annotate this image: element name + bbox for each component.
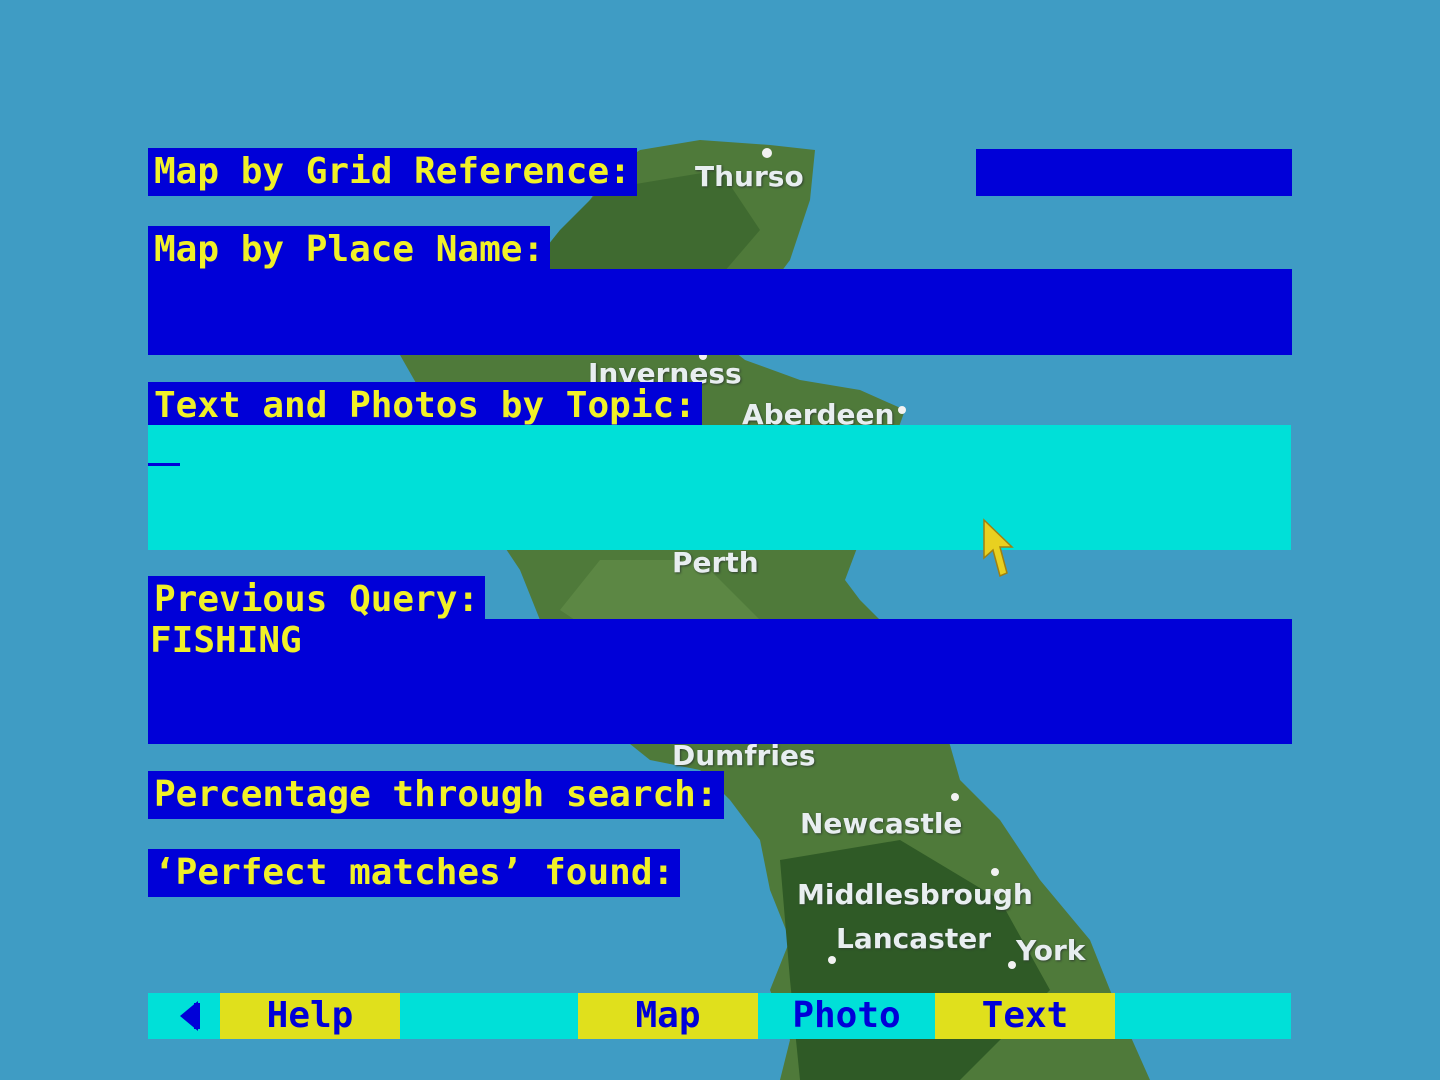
menu-bar: Help Map Photo Text (148, 993, 1291, 1039)
perfect-matches-label: ‘Perfect matches’ found: (148, 849, 681, 897)
grid-reference-value (976, 150, 978, 191)
photo-button[interactable]: Photo (758, 993, 935, 1039)
york-dot (1008, 961, 1016, 969)
middlesbrough-dot (991, 868, 999, 876)
place-label-perth: Perth (672, 546, 759, 579)
map-button[interactable]: Map (578, 993, 758, 1039)
place-name-label: Map by Place Name: (148, 226, 551, 274)
lancaster-dot (828, 956, 836, 964)
thurso-dot (762, 148, 772, 158)
previous-query-value: FISHING (150, 620, 302, 661)
back-button[interactable] (148, 993, 220, 1039)
left-arrow-icon (180, 1001, 200, 1031)
grid-reference-label: Map by Grid Reference: (148, 148, 637, 196)
place-label-york: York (1016, 934, 1086, 967)
place-label-newcastle: Newcastle (800, 807, 963, 840)
previous-query-label: Previous Query: (148, 576, 486, 624)
place-label-lancaster: Lancaster (836, 922, 992, 955)
help-button[interactable]: Help (220, 993, 400, 1039)
percentage-label: Percentage through search: (148, 771, 724, 819)
place-label-middlesbrough: Middlesbrough (797, 878, 1033, 911)
place-name-value (148, 270, 150, 311)
topic-field[interactable] (148, 425, 1291, 550)
place-label-thurso: Thurso (695, 160, 804, 193)
aberdeen-dot (898, 406, 906, 414)
newcastle-dot (951, 793, 959, 801)
text-cursor (148, 463, 180, 466)
place-name-field[interactable] (148, 269, 1292, 355)
topic-label: Text and Photos by Topic: (148, 382, 702, 430)
grid-reference-field[interactable] (976, 149, 1292, 196)
text-button[interactable]: Text (935, 993, 1115, 1039)
topic-value (148, 426, 150, 467)
previous-query-field: FISHING (148, 619, 1292, 744)
mouse-pointer-icon (983, 518, 1014, 578)
